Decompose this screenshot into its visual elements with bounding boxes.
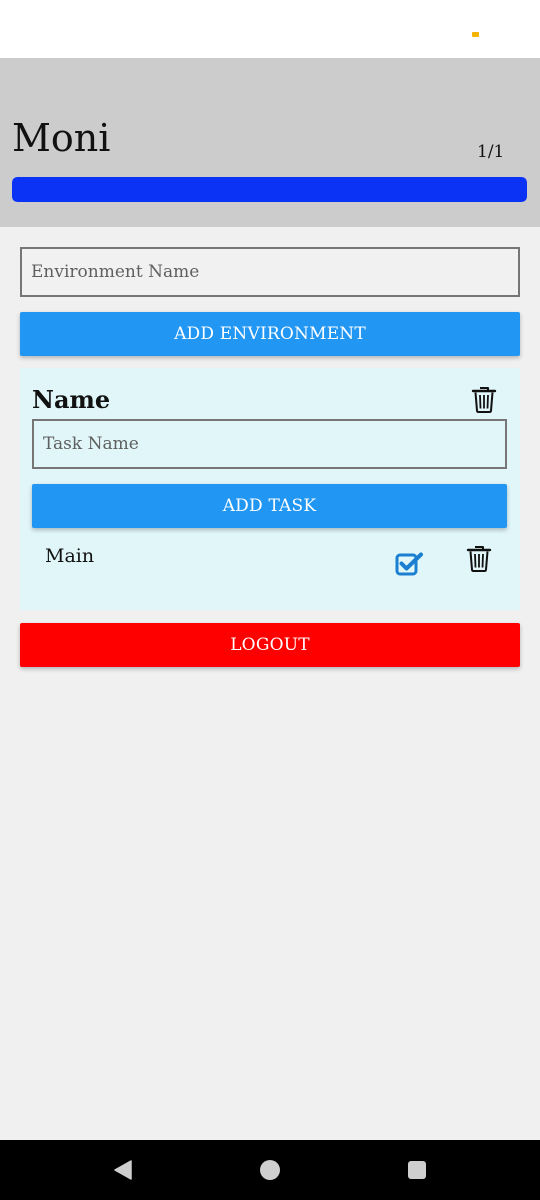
- add-task-button[interactable]: ADD TASK: [32, 484, 507, 528]
- trash-icon[interactable]: [466, 544, 492, 572]
- recents-square-icon[interactable]: [407, 1160, 427, 1180]
- task-label: Main: [45, 545, 95, 567]
- environment-title: Name: [32, 385, 111, 414]
- add-environment-button[interactable]: ADD ENVIRONMENT: [20, 312, 520, 356]
- progress-bar-fill: [12, 177, 527, 202]
- environment-name-input[interactable]: [20, 247, 520, 297]
- home-circle-icon[interactable]: [259, 1159, 281, 1181]
- progress-text: 1/1: [477, 142, 505, 162]
- task-name-input[interactable]: [32, 419, 507, 469]
- progress-bar: [12, 177, 527, 202]
- navigation-bar: [0, 1140, 540, 1200]
- header: Moni 1/1: [0, 58, 540, 227]
- notification-icon: [472, 32, 479, 37]
- trash-icon[interactable]: [471, 385, 497, 413]
- logout-button[interactable]: LOGOUT: [20, 623, 520, 667]
- status-bar: [0, 0, 540, 58]
- back-triangle-icon[interactable]: [112, 1159, 134, 1181]
- user-name: Moni: [12, 116, 111, 160]
- checkbox-checked-icon[interactable]: [395, 551, 424, 577]
